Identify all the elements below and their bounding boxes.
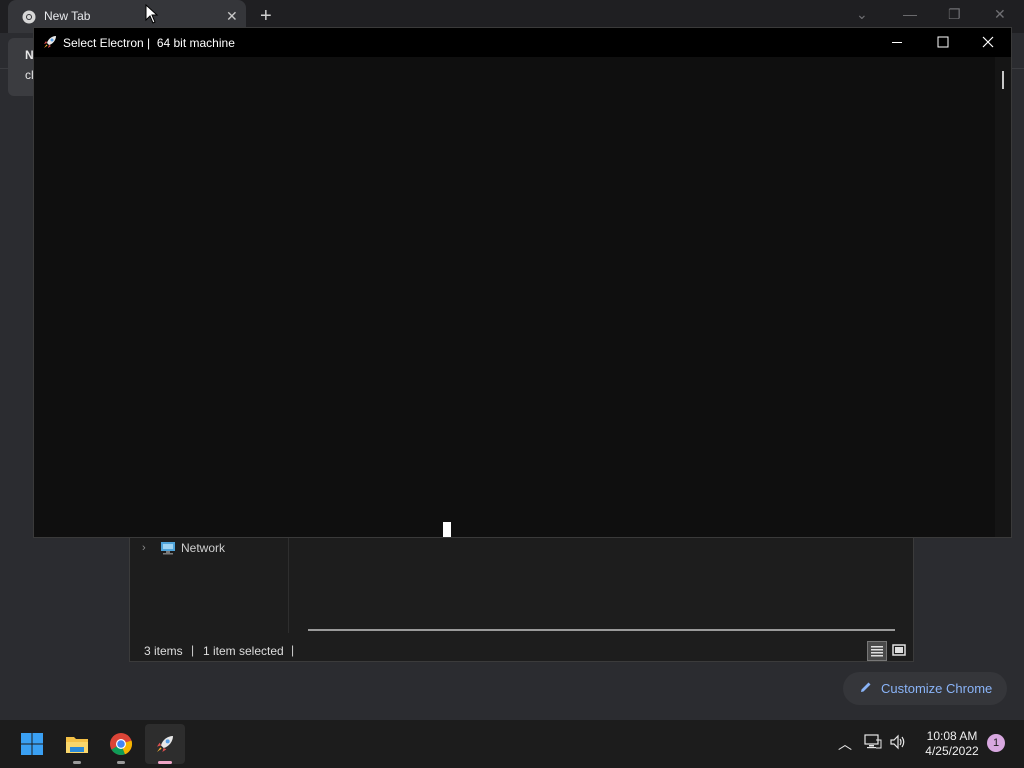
volume-icon[interactable] bbox=[889, 734, 907, 750]
windows-start-icon bbox=[21, 733, 43, 755]
status-selected-count: 1 item selected bbox=[203, 644, 284, 658]
rocket-icon bbox=[44, 36, 56, 48]
tab-search-icon[interactable]: ⌄ bbox=[856, 6, 868, 23]
clock-time: 10:08 AM bbox=[926, 729, 978, 743]
electron-maximize-button[interactable] bbox=[920, 28, 966, 57]
navigation-pane: › Network bbox=[130, 537, 289, 633]
scrollbar-thumb[interactable] bbox=[1002, 71, 1004, 89]
electron-minimize-button[interactable] bbox=[874, 28, 920, 57]
electron-title-bar[interactable]: Select Electron | 64 bit machine bbox=[34, 28, 1011, 57]
close-icon bbox=[982, 36, 994, 48]
maximize-icon bbox=[937, 36, 949, 48]
running-indicator bbox=[73, 761, 81, 764]
network-icon bbox=[161, 542, 175, 555]
electron-close-button[interactable] bbox=[965, 28, 1011, 57]
chevron-right-icon[interactable]: › bbox=[142, 542, 146, 554]
tab-close-icon[interactable]: ✕ bbox=[226, 8, 238, 25]
status-bar: 3 items | 1 item selected | bbox=[130, 641, 913, 661]
nav-item-network[interactable]: Network bbox=[181, 541, 225, 555]
taskbar-chrome[interactable] bbox=[101, 724, 141, 764]
chrome-close-button[interactable]: ✕ bbox=[994, 6, 1006, 23]
status-separator: | bbox=[191, 643, 195, 657]
clock-date: 4/25/2022 bbox=[925, 744, 979, 758]
thumbnail-view-icon bbox=[892, 644, 906, 656]
taskbar: ︿ 10:08 AM 4/25/2022 1 bbox=[0, 720, 1024, 768]
chrome-minimize-button[interactable]: — bbox=[903, 6, 917, 22]
chevron-up-icon[interactable]: ︿ bbox=[838, 734, 852, 754]
start-button[interactable] bbox=[12, 724, 52, 764]
status-separator: | bbox=[291, 643, 295, 657]
running-indicator bbox=[117, 761, 125, 764]
chrome-restore-button[interactable]: ❐ bbox=[948, 6, 961, 23]
customize-chrome-label: Customize Chrome bbox=[881, 681, 993, 696]
file-explorer-icon bbox=[66, 737, 88, 753]
electron-content-area[interactable] bbox=[34, 57, 995, 537]
network-tray-icon[interactable] bbox=[864, 734, 882, 750]
text-cursor bbox=[443, 522, 451, 537]
taskbar-electron-app[interactable] bbox=[145, 724, 185, 764]
electron-window-title: Select Electron | 64 bit machine bbox=[63, 36, 235, 50]
new-tab-button[interactable]: + bbox=[260, 5, 272, 28]
vertical-scrollbar[interactable] bbox=[995, 57, 1011, 537]
customize-chrome-button[interactable]: Customize Chrome bbox=[843, 672, 1007, 705]
file-explorer-window: › Network 3 items | 1 item selected | bbox=[129, 537, 914, 662]
taskbar-file-explorer[interactable] bbox=[57, 724, 97, 764]
clock[interactable]: 10:08 AM 4/25/2022 bbox=[916, 729, 988, 759]
electron-window: Select Electron | 64 bit machine bbox=[33, 27, 1012, 538]
chrome-favicon-icon bbox=[22, 10, 36, 24]
pencil-icon bbox=[861, 682, 871, 692]
minimize-icon bbox=[892, 42, 902, 43]
active-indicator bbox=[158, 761, 172, 764]
tab-title: New Tab bbox=[44, 9, 91, 23]
mouse-pointer-icon bbox=[145, 4, 159, 24]
horizontal-scrollbar[interactable] bbox=[308, 629, 895, 631]
details-view-icon bbox=[871, 646, 883, 657]
status-item-count: 3 items bbox=[144, 644, 183, 658]
notification-badge[interactable]: 1 bbox=[987, 734, 1005, 752]
details-view-button[interactable] bbox=[867, 641, 887, 661]
thumbnail-view-button[interactable] bbox=[889, 641, 909, 661]
rocket-icon bbox=[157, 736, 173, 752]
chrome-icon bbox=[110, 733, 133, 755]
